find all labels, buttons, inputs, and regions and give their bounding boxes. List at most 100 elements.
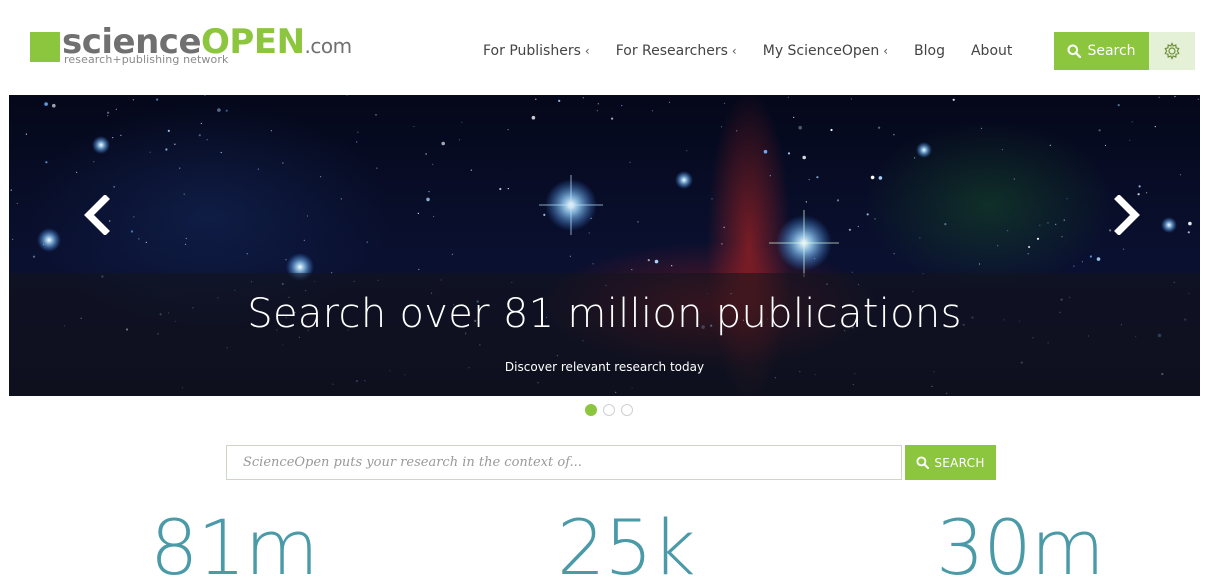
nav-item-label: About: [970, 43, 1013, 59]
star: [721, 243, 723, 245]
star: [1089, 255, 1092, 258]
carousel-dot-3[interactable]: [621, 404, 633, 416]
star: [156, 98, 159, 101]
star: [1096, 257, 1101, 261]
star: [45, 161, 48, 164]
star: [1117, 104, 1120, 107]
scienceopen-logo[interactable]: scienceOPEN.com research+publishing netw…: [30, 22, 352, 70]
star: [535, 98, 537, 100]
star: [451, 253, 453, 255]
star: [198, 134, 201, 137]
star: [413, 125, 415, 128]
stat-publications: 81m: [150, 503, 319, 580]
hero-carousel: Search over 81 million publications Disc…: [9, 95, 1200, 396]
header-search-label: Search: [1087, 43, 1136, 59]
star: [16, 202, 18, 204]
carousel-dot-2[interactable]: [603, 404, 615, 416]
star: [44, 102, 48, 106]
header-search-button[interactable]: Search: [1054, 32, 1149, 70]
star: [340, 198, 342, 200]
star: [1129, 139, 1131, 141]
nav-item-for-publishers[interactable]: For Publishers ‹: [470, 43, 603, 59]
nav-item-blog[interactable]: Blog: [901, 43, 958, 59]
star: [107, 111, 110, 114]
star: [1063, 219, 1065, 221]
settings-button[interactable]: [1149, 32, 1195, 70]
star: [793, 116, 795, 118]
carousel-dot-1[interactable]: [585, 404, 597, 416]
star: [1138, 185, 1141, 188]
star: [1047, 222, 1049, 224]
star: [220, 151, 222, 154]
star: [1013, 178, 1015, 180]
nav-item-for-researchers[interactable]: For Researchers ‹: [603, 43, 750, 59]
star: [93, 161, 95, 163]
star: [458, 139, 461, 141]
chevron-left-icon[interactable]: [79, 195, 119, 235]
star: [138, 238, 140, 240]
search-submit-button[interactable]: SEARCH: [905, 445, 996, 480]
star: [787, 96, 790, 98]
star: [893, 253, 895, 255]
star: [1001, 149, 1004, 151]
star: [866, 213, 869, 216]
chevron-left-icon: ‹: [584, 44, 590, 58]
nav-item-label: For Researchers: [615, 43, 728, 59]
star: [1179, 174, 1182, 176]
star: [32, 255, 36, 258]
hero-title: Search over 81 million publications: [247, 291, 962, 337]
star: [185, 237, 187, 240]
star: [1055, 223, 1057, 225]
star: [132, 99, 134, 101]
star: [997, 245, 999, 247]
star: [470, 169, 472, 171]
hero-subtitle: Discover relevant research today: [504, 360, 705, 374]
star: [25, 133, 27, 135]
star: [225, 109, 228, 112]
star: [130, 230, 134, 233]
star: [12, 238, 14, 240]
star: [107, 115, 109, 117]
star: [805, 201, 807, 203]
star: [461, 121, 463, 123]
search-input[interactable]: [226, 445, 902, 480]
star: [763, 149, 768, 154]
star: [914, 157, 916, 159]
star: [652, 110, 654, 112]
star: [671, 265, 673, 267]
star: [874, 218, 876, 220]
star: [629, 161, 631, 163]
star: [433, 215, 435, 218]
star: [1027, 253, 1029, 255]
star: [428, 191, 430, 193]
star: [836, 199, 840, 202]
star: [592, 263, 594, 265]
chevron-right-icon[interactable]: [1105, 195, 1145, 235]
star: [952, 98, 955, 101]
nav-item-my-scienceopen[interactable]: My ScienceOpen ‹: [750, 43, 901, 59]
star: [850, 98, 852, 100]
star: [569, 255, 572, 257]
star: [558, 99, 561, 102]
star: [611, 117, 614, 120]
star: [1131, 121, 1133, 123]
star: [637, 221, 639, 223]
star: [1066, 198, 1068, 200]
star: [723, 102, 726, 104]
nav-item-about[interactable]: About: [958, 43, 1025, 59]
star: [808, 178, 810, 181]
star: [668, 101, 671, 103]
star: [1122, 248, 1125, 250]
star: [52, 103, 56, 108]
star: [418, 268, 420, 271]
star: [417, 212, 419, 214]
search-icon: [916, 456, 930, 469]
star: [113, 186, 115, 188]
star: [621, 105, 623, 107]
star: [878, 126, 881, 129]
star: [306, 215, 309, 217]
star: [200, 122, 202, 125]
star: [1187, 231, 1190, 234]
star: [1028, 245, 1031, 249]
star: [356, 141, 358, 143]
